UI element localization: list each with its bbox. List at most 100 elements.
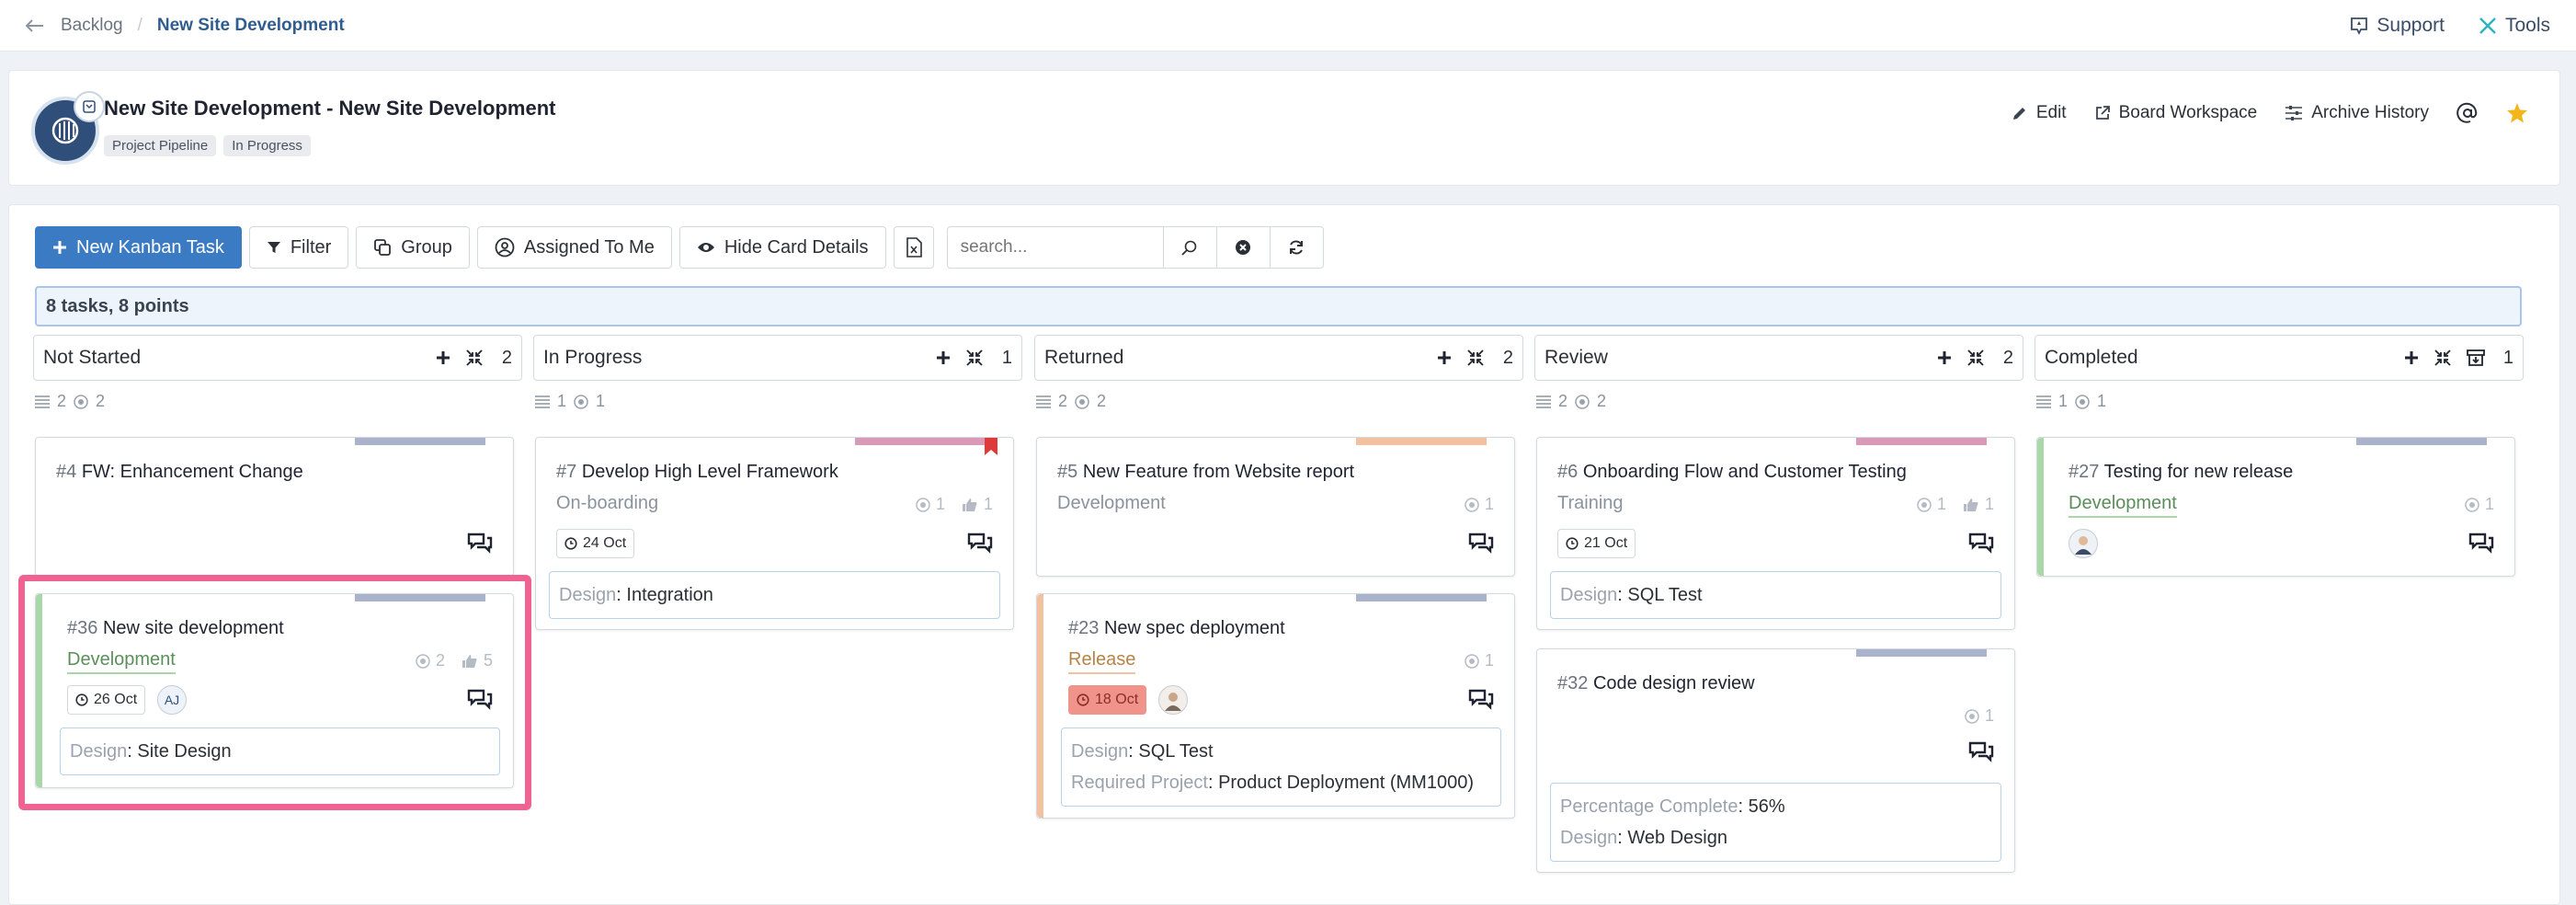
- add-card-icon[interactable]: [1937, 350, 1952, 365]
- add-card-icon[interactable]: [936, 350, 951, 365]
- header-actions: Edit Board Workspace Archive History: [2012, 102, 2528, 124]
- top-links: Support Tools: [2349, 15, 2550, 37]
- column-stats: 22: [1034, 392, 1523, 411]
- star-icon: [2507, 103, 2527, 123]
- comments-icon[interactable]: [1468, 689, 1494, 713]
- card-points: 1: [1484, 495, 1494, 513]
- support-link[interactable]: Support: [2349, 15, 2445, 37]
- search-input[interactable]: [946, 226, 1164, 269]
- refresh-icon: [1290, 240, 1304, 255]
- collapse-icon[interactable]: [1966, 349, 1985, 367]
- comments-icon[interactable]: [1968, 533, 1994, 556]
- card-likes: 1: [983, 495, 993, 513]
- collapse-icon[interactable]: [465, 349, 484, 367]
- new-kanban-task-button[interactable]: New Kanban Task: [35, 226, 242, 269]
- column-header: Returned 2: [1034, 335, 1523, 381]
- column-task-count: 1: [557, 392, 567, 410]
- favorite-button[interactable]: [2506, 102, 2528, 124]
- kanban-card-32[interactable]: #32 Code design review 1 Percentage Comp…: [1536, 648, 2015, 873]
- comments-icon[interactable]: [1468, 533, 1494, 556]
- assigned-to-me-button[interactable]: Assigned To Me: [476, 226, 672, 269]
- group-label: Group: [401, 236, 452, 258]
- column-stats: 11: [2035, 392, 2524, 411]
- search-group: [946, 226, 1324, 269]
- column-points: 2: [1597, 392, 1607, 410]
- board-workspace-label: Board Workspace: [2118, 103, 2258, 122]
- collapse-icon[interactable]: [1466, 349, 1485, 367]
- sliders-icon: [2285, 106, 2303, 120]
- detail-value: 56%: [1748, 796, 1785, 817]
- card-details: Percentage Complete: 56% Design: Web Des…: [1550, 783, 2001, 862]
- list-icon: [35, 395, 50, 408]
- breadcrumb-backlog[interactable]: Backlog: [61, 16, 123, 36]
- column-actions: 2: [1437, 348, 1513, 369]
- due-date-badge: 21 Oct: [1557, 529, 1636, 558]
- card-meta: 1 1: [1917, 495, 1994, 514]
- collapse-icon[interactable]: [965, 349, 984, 367]
- mention-button[interactable]: [2456, 102, 2479, 124]
- add-card-icon[interactable]: [1437, 350, 1452, 365]
- column-count: 2: [1502, 347, 1513, 368]
- card-number: #4: [56, 462, 77, 482]
- comments-icon[interactable]: [467, 533, 493, 556]
- card-category: Development: [1057, 493, 1166, 513]
- card-color-bar: [855, 438, 986, 445]
- kanban-card-5[interactable]: #5 New Feature from Website report Devel…: [1036, 437, 1515, 577]
- edit-button[interactable]: Edit: [2012, 103, 2067, 123]
- column-task-count: 2: [1058, 392, 1068, 410]
- filter-button[interactable]: Filter: [248, 226, 349, 269]
- column-points: 1: [596, 392, 606, 410]
- assignee-photo-avatar[interactable]: [1158, 685, 1188, 715]
- points-icon: [1075, 394, 1089, 409]
- list-icon: [1036, 395, 1051, 408]
- kanban-card-27[interactable]: #27 Testing for new release Development …: [2036, 437, 2515, 577]
- board-workspace-button[interactable]: Board Workspace: [2094, 103, 2258, 123]
- add-card-icon[interactable]: [2404, 350, 2419, 365]
- tools-label: Tools: [2504, 14, 2550, 36]
- collapse-icon[interactable]: [2434, 349, 2452, 367]
- archive-history-button[interactable]: Archive History: [2285, 103, 2429, 123]
- clear-search-button[interactable]: [1216, 226, 1271, 269]
- points-icon: [1965, 708, 1979, 724]
- card-category: Training: [1557, 493, 1624, 513]
- detail-value: SQL Test: [1138, 741, 1214, 762]
- card-color-bar: [1356, 594, 1487, 601]
- list-icon: [535, 395, 550, 408]
- detail-key: Design: [1560, 828, 1618, 848]
- card-title-text: Onboarding Flow and Customer Testing: [1582, 462, 1907, 482]
- kanban-card-7[interactable]: #7 Develop High Level Framework On-board…: [535, 437, 1014, 630]
- back-arrow-icon[interactable]: [26, 18, 44, 32]
- column-actions: 2: [436, 348, 512, 369]
- comments-icon[interactable]: [2468, 533, 2494, 556]
- column-task-count: 2: [57, 392, 67, 410]
- comments-icon[interactable]: [1968, 741, 1994, 765]
- search-button[interactable]: [1163, 226, 1217, 269]
- detail-key: Design: [1071, 741, 1129, 762]
- column-header: Review 2: [1534, 335, 2023, 381]
- tools-link[interactable]: Tools: [2478, 15, 2550, 37]
- card-status-stripe: [2037, 438, 2044, 576]
- card-number: #27: [2069, 462, 2100, 482]
- archive-icon[interactable]: [2466, 349, 2485, 367]
- card-title-text: Code design review: [1592, 673, 1755, 693]
- column-count: 2: [2002, 347, 2013, 368]
- hide-card-details-button[interactable]: Hide Card Details: [678, 226, 886, 269]
- refresh-button[interactable]: [1270, 226, 1324, 269]
- add-card-icon[interactable]: [436, 350, 450, 365]
- kanban-card-4[interactable]: #4 FW: Enhancement Change: [35, 437, 514, 577]
- export-excel-button[interactable]: [893, 226, 934, 269]
- group-button[interactable]: Group: [356, 226, 470, 269]
- comments-icon[interactable]: [967, 533, 993, 556]
- excel-file-icon: [906, 237, 922, 258]
- kanban-card-23[interactable]: #23 New spec deployment Release 1 18 Oct…: [1036, 593, 1515, 819]
- card-status-stripe: [1037, 594, 1043, 818]
- column-points: 2: [1097, 392, 1107, 410]
- card-category: Development: [2069, 493, 2177, 518]
- tools-icon: [2479, 17, 2496, 34]
- assignee-photo-avatar[interactable]: [2069, 529, 2098, 558]
- kanban-card-6[interactable]: #6 Onboarding Flow and Customer Testing …: [1536, 437, 2015, 630]
- thumbs-up-icon: [1963, 498, 1978, 511]
- card-points: 1: [1984, 706, 1994, 725]
- list-icon: [1536, 395, 1551, 408]
- points-icon: [74, 394, 88, 409]
